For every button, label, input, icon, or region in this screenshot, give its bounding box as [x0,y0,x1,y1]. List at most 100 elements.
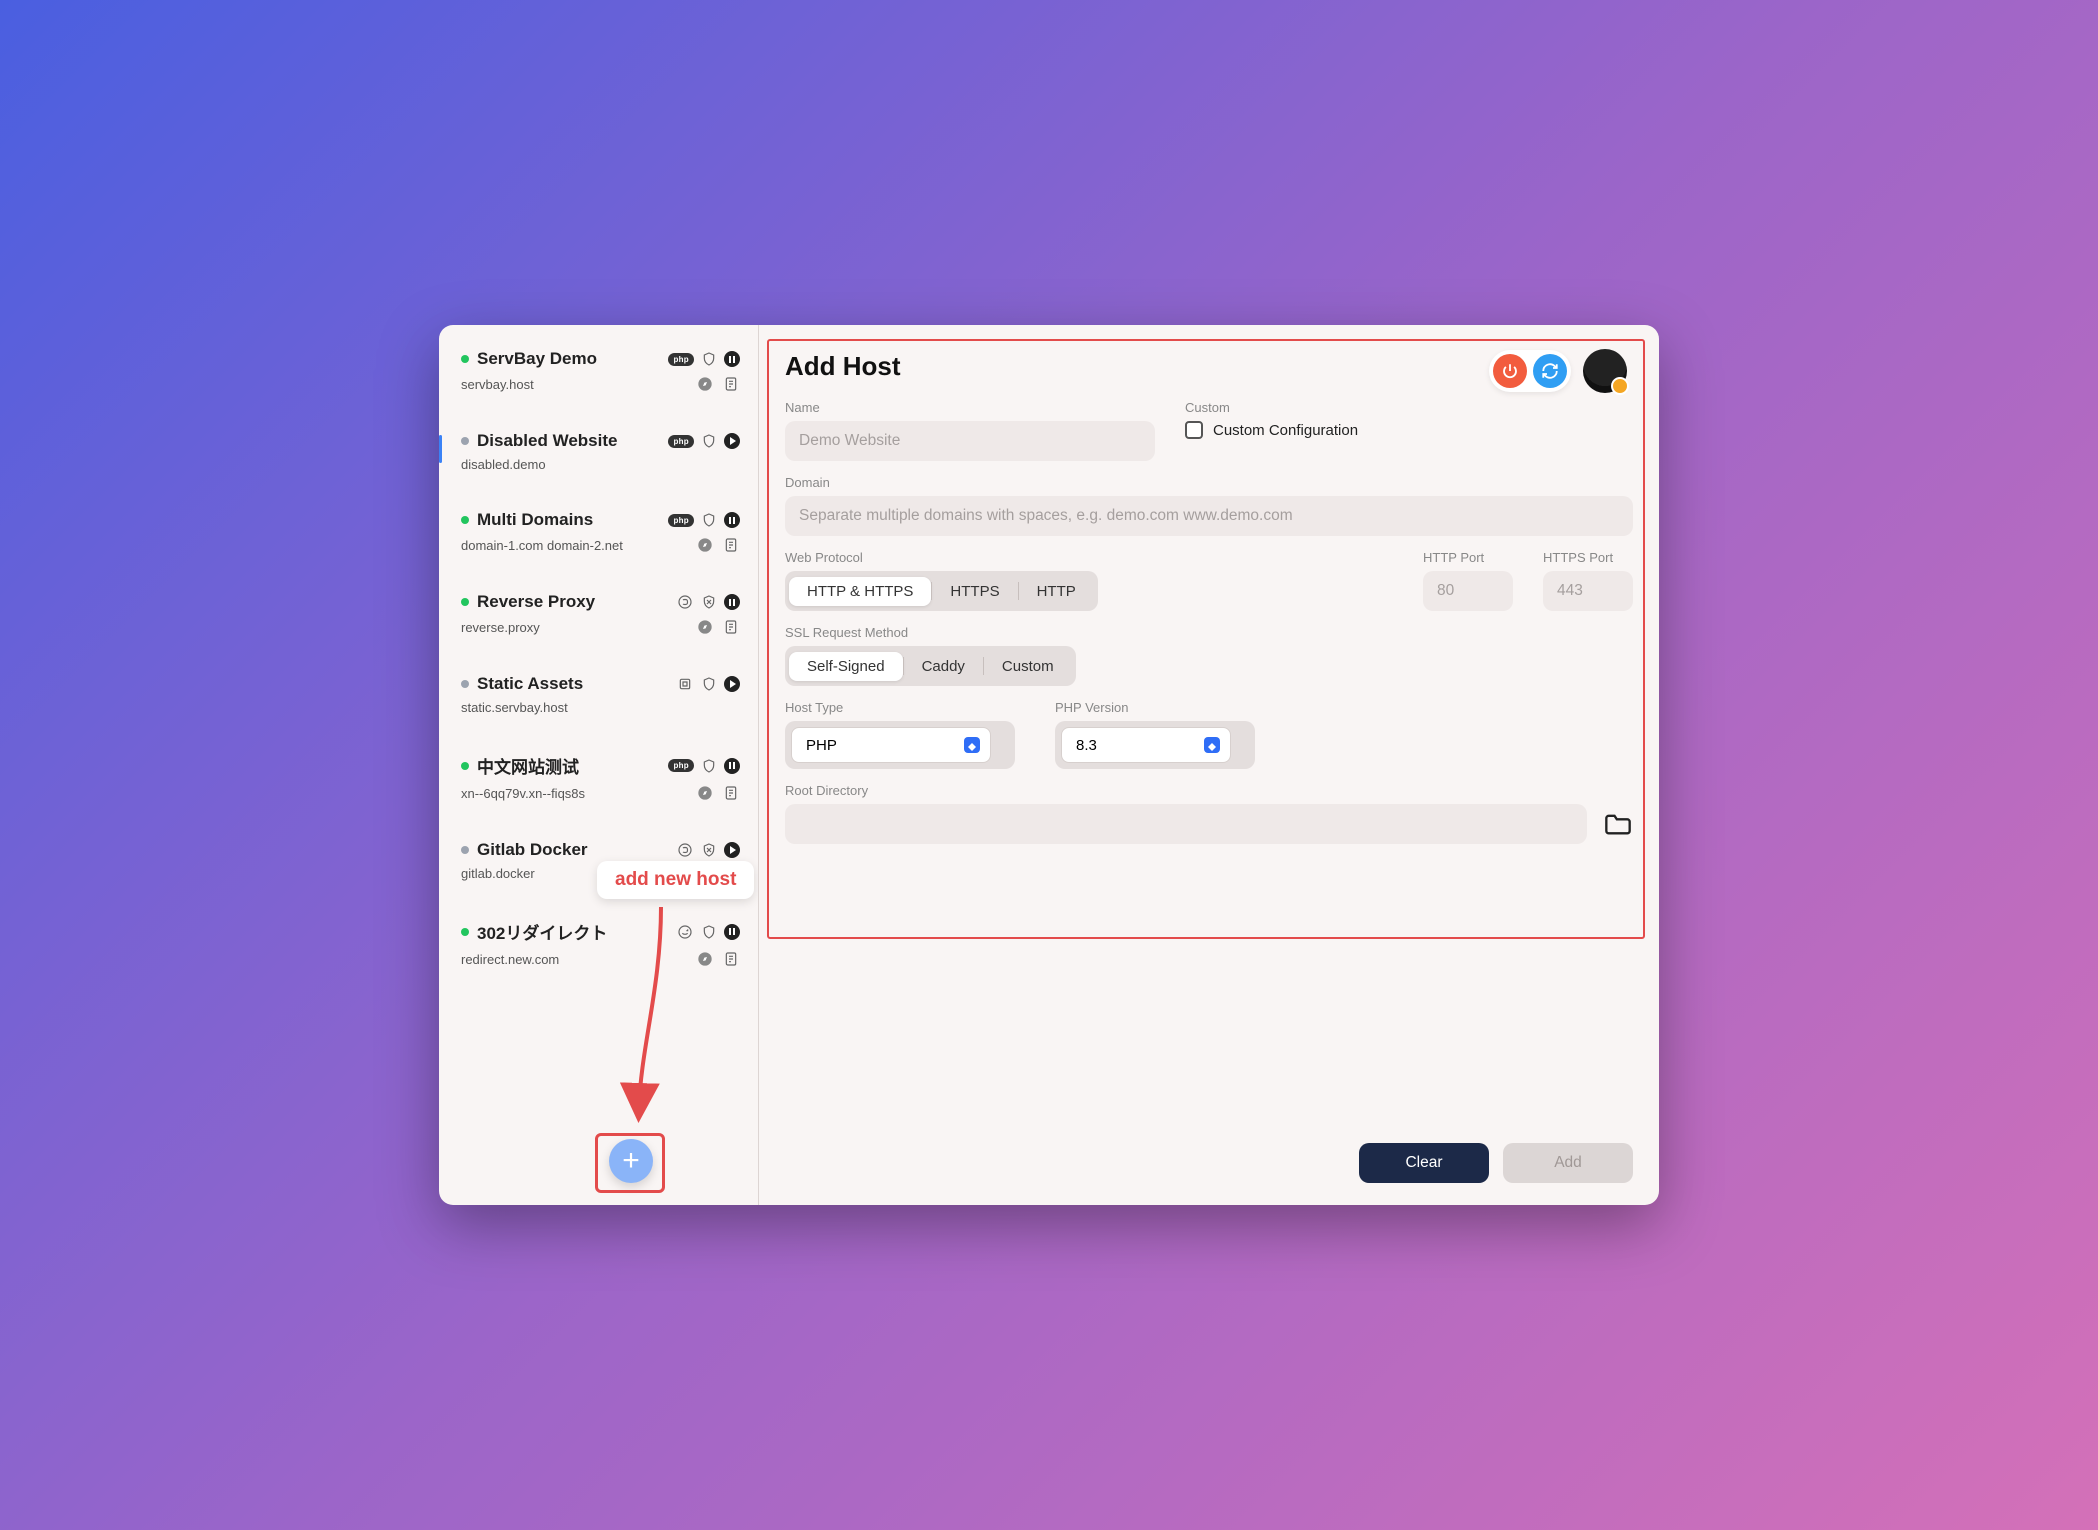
host-name: Multi Domains [477,510,660,530]
proxy-icon [676,841,694,859]
http-port-input[interactable] [1423,571,1513,611]
sidebar-host-item[interactable]: ServBay Demo php servbay.host [453,345,746,397]
browse-folder-button[interactable] [1603,811,1633,837]
host-type-select[interactable]: PHP [791,727,991,763]
seg-protocol-http-https[interactable]: HTTP & HTTPS [789,577,931,606]
domain-input[interactable] [785,496,1633,536]
host-domain: redirect.new.com [461,952,688,967]
shield-x-icon [700,593,718,611]
sidebar-host-item[interactable]: 中文网站测试 php xn--6qq79v.xn--fiqs8s [453,749,746,806]
php-badge-icon: php [668,759,694,772]
custom-config-label: Custom Configuration [1213,422,1358,439]
status-dot [461,846,469,854]
pause-icon[interactable] [724,594,740,610]
status-dot [461,598,469,606]
shield-icon [700,757,718,775]
label-root-directory: Root Directory [785,783,1633,798]
sidebar-host-item[interactable]: Gitlab Docker gitlab.docker [453,836,746,885]
php-badge-icon: php [668,353,694,366]
pause-icon[interactable] [724,924,740,940]
pause-icon[interactable] [724,351,740,367]
pause-icon[interactable] [724,512,740,528]
main-panel: Add Host Name Custom Custom Configuratio… [759,325,1659,1205]
label-custom: Custom [1185,400,1395,415]
status-dot [461,680,469,688]
app-window: ServBay Demo php servbay.host Disabled W… [439,325,1659,1205]
status-dot [461,928,469,936]
host-name: 中文网站测试 [477,753,660,778]
sidebar-host-item[interactable]: Static Assets static.servbay.host [453,670,746,719]
custom-config-checkbox[interactable] [1185,421,1203,439]
compass-icon[interactable] [696,950,714,968]
seg-ssl-custom[interactable]: Custom [984,652,1072,681]
chevron-updown-icon [964,737,980,753]
static-icon [676,675,694,693]
name-input[interactable] [785,421,1155,461]
web-protocol-segmented: HTTP & HTTPS HTTPS HTTP [785,571,1098,611]
shield-icon [700,350,718,368]
shield-icon [700,432,718,450]
compass-icon[interactable] [696,375,714,393]
add-host-button[interactable]: + [609,1139,653,1183]
php-version-value: 8.3 [1076,737,1097,754]
status-dot [461,516,469,524]
php-version-select[interactable]: 8.3 [1061,727,1231,763]
shield-icon [700,511,718,529]
sidebar-host-item[interactable]: 302リダイレクト redirect.new.com [453,915,746,972]
shield-icon [700,675,718,693]
label-name: Name [785,400,1155,415]
note-icon[interactable] [722,784,740,802]
host-domain: xn--6qq79v.xn--fiqs8s [461,786,688,801]
label-php-version: PHP Version [1055,700,1255,715]
note-icon[interactable] [722,536,740,554]
shield-x-icon [700,841,718,859]
avatar[interactable] [1583,349,1627,393]
php-badge-icon: php [668,514,694,527]
seg-protocol-https[interactable]: HTTPS [932,577,1017,606]
https-port-input[interactable] [1543,571,1633,611]
sidebar-host-item[interactable]: Reverse Proxy reverse.proxy [453,588,746,640]
host-name: ServBay Demo [477,349,660,369]
host-name: Gitlab Docker [477,840,668,860]
shield-icon [700,923,718,941]
seg-protocol-http[interactable]: HTTP [1019,577,1094,606]
label-https-port: HTTPS Port [1543,550,1633,565]
ssl-method-segmented: Self-Signed Caddy Custom [785,646,1076,686]
add-button[interactable]: Add [1503,1143,1633,1183]
label-http-port: HTTP Port [1423,550,1513,565]
seg-ssl-caddy[interactable]: Caddy [904,652,983,681]
compass-icon[interactable] [696,618,714,636]
refresh-button[interactable] [1533,354,1567,388]
compass-icon[interactable] [696,536,714,554]
seg-ssl-self-signed[interactable]: Self-Signed [789,652,903,681]
play-icon[interactable] [724,842,740,858]
label-domain: Domain [785,475,1633,490]
label-host-type: Host Type [785,700,1015,715]
host-domain: gitlab.docker [461,866,740,881]
proxy-icon [676,593,694,611]
note-icon[interactable] [722,950,740,968]
label-web-protocol: Web Protocol [785,550,1393,565]
note-icon[interactable] [722,375,740,393]
play-icon[interactable] [724,676,740,692]
chevron-updown-icon [1204,737,1220,753]
status-dot [461,762,469,770]
host-name: Reverse Proxy [477,592,668,612]
host-name: Static Assets [477,674,668,694]
play-icon[interactable] [724,433,740,449]
note-icon[interactable] [722,618,740,636]
host-domain: static.servbay.host [461,700,740,715]
label-ssl-method: SSL Request Method [785,625,1633,640]
sidebar-host-item[interactable]: Disabled Website php disabled.demo [453,427,746,476]
root-directory-input[interactable] [785,804,1587,844]
sidebar: ServBay Demo php servbay.host Disabled W… [439,325,759,1205]
clear-button[interactable]: Clear [1359,1143,1489,1183]
host-name: 302リダイレクト [477,919,668,944]
pause-icon[interactable] [724,758,740,774]
host-domain: domain-1.com domain-2.net [461,538,688,553]
sidebar-host-item[interactable]: Multi Domains php domain-1.com domain-2.… [453,506,746,558]
compass-icon[interactable] [696,784,714,802]
power-button[interactable] [1493,354,1527,388]
php-badge-icon: php [668,435,694,448]
host-domain: servbay.host [461,377,688,392]
